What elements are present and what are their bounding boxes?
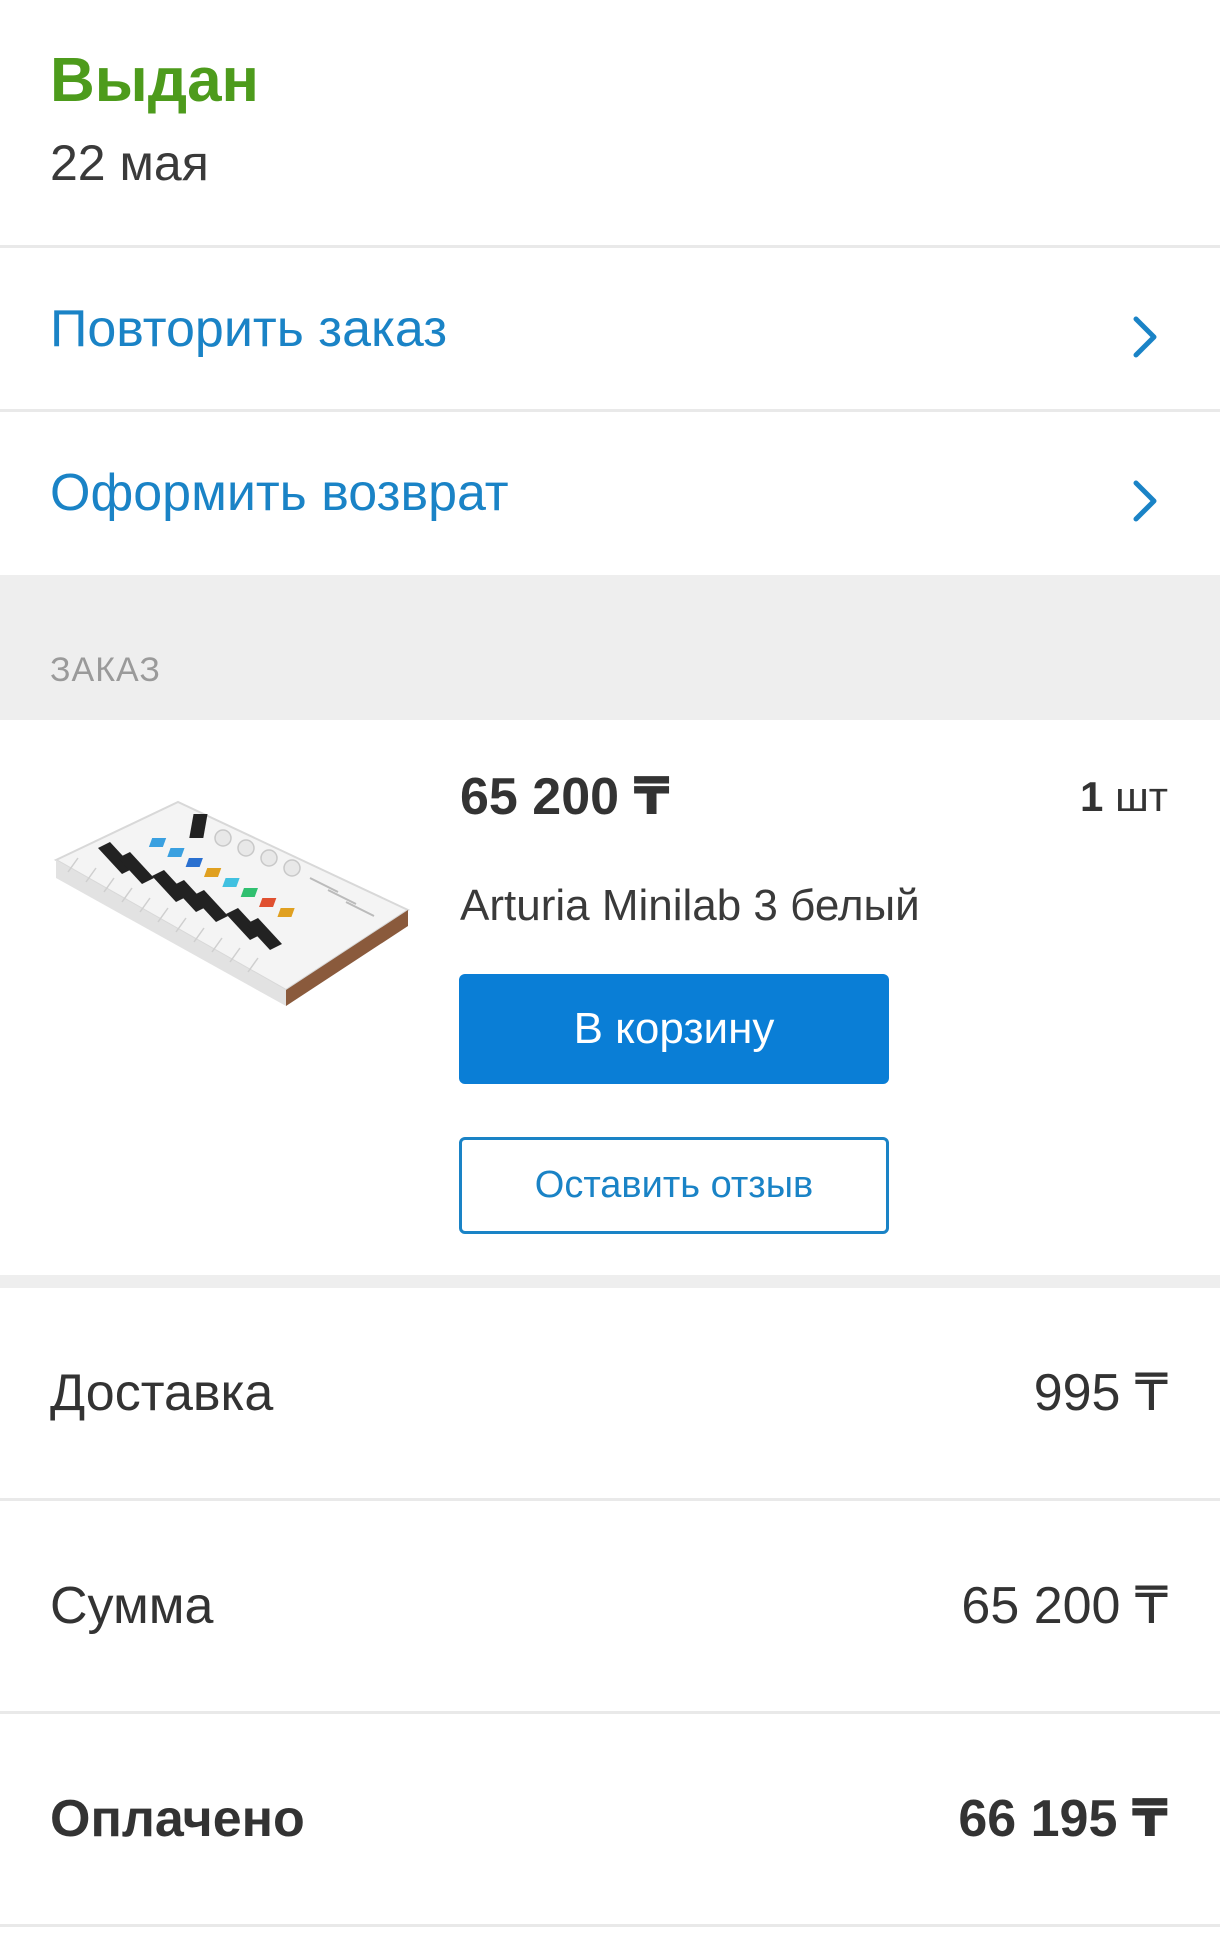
summary-paid-row: Оплачено 66 195 ₸	[0, 1714, 1220, 1924]
divider	[0, 1275, 1220, 1288]
order-item: 65 200 ₸ 1 шт Arturia Minilab 3 белый В …	[0, 720, 1220, 1275]
paid-value: 66 195 ₸	[958, 1790, 1168, 1848]
product-quantity: 1 шт	[1080, 770, 1168, 824]
product-name[interactable]: Arturia Minilab 3 белый	[460, 878, 920, 934]
section-label: ЗАКАЗ	[50, 651, 161, 689]
delivery-label: Доставка	[50, 1364, 274, 1422]
product-price: 65 200 ₸	[460, 768, 670, 826]
sum-value: 65 200 ₸	[961, 1577, 1168, 1635]
order-status-date: 22 мая	[50, 135, 209, 191]
summary-delivery-row: Доставка 995 ₸	[0, 1288, 1220, 1498]
order-status-title: Выдан	[50, 46, 260, 115]
return-order-button[interactable]: Оформить возврат	[0, 412, 1220, 574]
repeat-order-button[interactable]: Повторить заказ	[0, 248, 1220, 410]
add-to-cart-button[interactable]: В корзину	[459, 974, 889, 1084]
quantity-unit: шт	[1115, 773, 1168, 820]
chevron-right-icon	[1128, 479, 1162, 522]
divider	[0, 1924, 1220, 1927]
return-order-label: Оформить возврат	[50, 464, 509, 522]
quantity-number: 1	[1080, 773, 1104, 820]
order-status-header: Выдан 22 мая	[0, 0, 1220, 245]
repeat-order-label: Повторить заказ	[50, 300, 448, 358]
order-section-header: ЗАКАЗ	[0, 575, 1220, 720]
sum-label: Сумма	[50, 1577, 214, 1635]
delivery-value: 995 ₸	[1033, 1364, 1168, 1422]
leave-review-button[interactable]: Оставить отзыв	[459, 1137, 889, 1234]
paid-label: Оплачено	[50, 1790, 305, 1848]
summary-sum-row: Сумма 65 200 ₸	[0, 1501, 1220, 1711]
chevron-right-icon	[1128, 315, 1162, 358]
product-image[interactable]	[48, 800, 413, 1030]
